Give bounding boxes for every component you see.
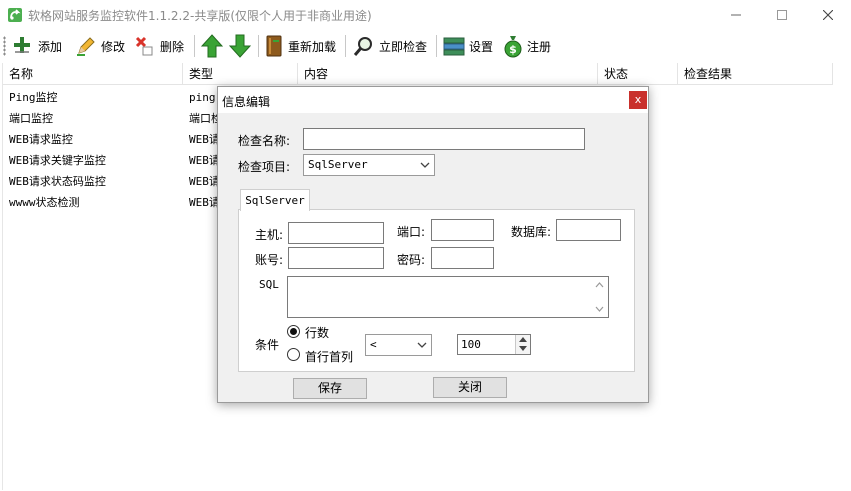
password-label: 密码: xyxy=(397,253,426,267)
toolbar-separator xyxy=(436,35,437,57)
close-button[interactable]: 关闭 xyxy=(433,377,507,398)
dialog-title-bar[interactable]: 信息编辑 x xyxy=(218,87,648,113)
plus-icon xyxy=(14,37,30,53)
reload-label: 重新加载 xyxy=(288,39,337,54)
stepper-up-icon[interactable] xyxy=(516,335,530,344)
pencil-icon xyxy=(77,37,95,56)
toolbar-separator xyxy=(194,35,195,57)
window-close-button[interactable] xyxy=(805,0,851,30)
column-header-status[interactable]: 状态 xyxy=(598,63,678,85)
edit-label: 修改 xyxy=(101,39,126,54)
close-icon xyxy=(823,10,833,20)
settings-label: 设置 xyxy=(469,39,494,54)
arrow-up-icon xyxy=(201,34,223,58)
cell-name: wwww状态检测 xyxy=(9,196,80,209)
maximize-icon xyxy=(777,10,787,20)
tab-sqlserver[interactable]: SqlServer xyxy=(240,189,310,211)
column-header-result[interactable]: 检查结果 xyxy=(678,63,833,85)
register-button[interactable]: $ 注册 xyxy=(503,32,551,60)
radio-rows[interactable] xyxy=(287,325,300,338)
title-bar: 软格网站服务监控软件1.1.2.2-共享版(仅限个人用于非商业用途) xyxy=(0,0,851,30)
sql-textarea[interactable] xyxy=(287,276,609,318)
toolbar-separator xyxy=(345,35,346,57)
stepper-down-icon[interactable] xyxy=(516,344,530,353)
delete-label: 删除 xyxy=(160,39,185,54)
minimize-icon xyxy=(731,14,741,16)
reload-button[interactable]: 重新加载 xyxy=(264,32,336,60)
edit-dialog: 信息编辑 x 检查名称: 检查项目: SqlServer SqlServer 主… xyxy=(217,86,649,403)
cell-name: WEB请求状态码监控 xyxy=(9,175,106,188)
app-logo-icon xyxy=(8,8,22,22)
cell-name: WEB请求关键字监控 xyxy=(9,154,106,167)
check-name-label: 检查名称: xyxy=(238,134,291,148)
port-input[interactable] xyxy=(431,219,494,241)
move-down-button[interactable] xyxy=(229,32,251,60)
sql-label: SQL xyxy=(259,278,279,291)
check-now-label: 立即检查 xyxy=(379,39,428,54)
minimize-button[interactable] xyxy=(713,0,759,30)
radio-rows-label: 行数 xyxy=(305,326,330,340)
delete-x-icon xyxy=(135,36,153,56)
check-item-label: 检查项目: xyxy=(238,160,291,174)
scroll-up-icon xyxy=(595,282,604,288)
money-bag-icon: $ xyxy=(504,36,522,58)
sqlserver-tab-panel: 主机: 端口: 数据库: 账号: 密码: SQL 条件 行数 首行首列 < 10… xyxy=(238,209,635,372)
toolbar-separator xyxy=(258,35,259,57)
host-input[interactable] xyxy=(288,222,384,244)
chevron-down-icon xyxy=(417,342,427,348)
radio-first-cell[interactable] xyxy=(287,348,300,361)
maximize-button[interactable] xyxy=(759,0,805,30)
condition-label: 条件 xyxy=(255,338,280,352)
register-label: 注册 xyxy=(527,39,552,54)
password-input[interactable] xyxy=(431,247,494,269)
scroll-down-icon xyxy=(595,306,604,312)
operator-select[interactable]: < xyxy=(365,334,432,356)
window-title: 软格网站服务监控软件1.1.2.2-共享版(仅限个人用于非商业用途) xyxy=(28,9,372,23)
threshold-stepper[interactable]: 100 xyxy=(457,334,531,355)
dialog-close-button[interactable]: x xyxy=(629,91,647,109)
move-up-button[interactable] xyxy=(201,32,223,60)
cell-name: WEB请求监控 xyxy=(9,133,73,146)
save-button[interactable]: 保存 xyxy=(293,378,367,399)
arrow-down-icon xyxy=(229,34,251,58)
delete-button[interactable]: 删除 xyxy=(134,32,184,60)
book-icon xyxy=(266,35,282,57)
port-label: 端口: xyxy=(397,225,426,239)
account-label: 账号: xyxy=(255,253,284,267)
threshold-value: 100 xyxy=(461,338,481,351)
magnifier-icon xyxy=(353,37,372,56)
account-input[interactable] xyxy=(288,247,384,269)
column-header-type[interactable]: 类型 xyxy=(183,63,298,85)
sql-scrollbar[interactable] xyxy=(591,277,608,317)
list-header: 名称 类型 内容 状态 检查结果 xyxy=(3,63,833,85)
check-item-select[interactable]: SqlServer xyxy=(303,154,435,176)
cell-name: Ping监控 xyxy=(9,91,58,104)
check-name-input[interactable] xyxy=(303,128,585,150)
svg-text:$: $ xyxy=(509,43,517,56)
toolbar-grip[interactable] xyxy=(3,36,6,56)
settings-panel-icon xyxy=(443,37,465,56)
column-header-content[interactable]: 内容 xyxy=(298,63,598,85)
check-item-value: SqlServer xyxy=(308,158,368,171)
add-button[interactable]: 添加 xyxy=(12,32,62,60)
cell-name: 端口监控 xyxy=(9,112,53,125)
edit-button[interactable]: 修改 xyxy=(75,32,125,60)
chevron-down-icon xyxy=(420,162,430,168)
add-label: 添加 xyxy=(38,39,63,54)
check-now-button[interactable]: 立即检查 xyxy=(353,32,427,60)
stepper-buttons[interactable] xyxy=(515,335,530,354)
dialog-title: 信息编辑 xyxy=(222,95,271,109)
column-header-name[interactable]: 名称 xyxy=(3,63,183,85)
toolbar: 添加 修改 删除 重新加载 立即检查 设置 $ 注册 xyxy=(0,30,851,62)
database-label: 数据库: xyxy=(511,225,552,239)
operator-value: < xyxy=(370,338,377,351)
database-input[interactable] xyxy=(556,219,621,241)
radio-first-cell-label: 首行首列 xyxy=(305,350,354,364)
settings-button[interactable]: 设置 xyxy=(443,32,493,60)
host-label: 主机: xyxy=(255,228,284,242)
